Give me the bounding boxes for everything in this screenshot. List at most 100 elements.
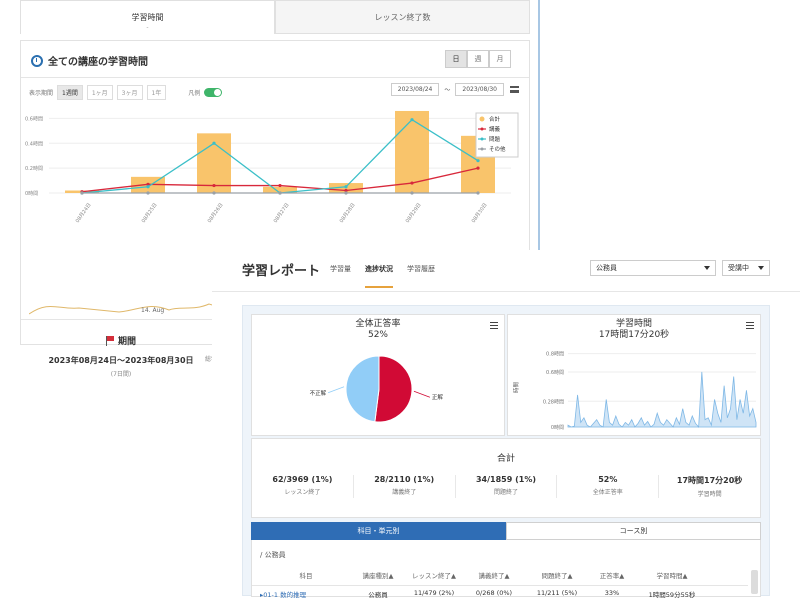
data-point	[212, 141, 216, 145]
legend-marker-dot	[480, 127, 484, 131]
x-tick-label: 08月30日	[471, 202, 489, 224]
tab-by-course[interactable]: コース別	[506, 522, 761, 540]
granularity-week-button[interactable]: 週	[467, 50, 489, 68]
flag-icon	[105, 335, 114, 346]
tab-learning-history[interactable]: 学習履歴	[407, 264, 435, 288]
page-title: 学習レポート	[242, 264, 321, 279]
summary-value: 34/1859 (1%)	[475, 475, 536, 484]
y-tick-label: 0時間	[551, 425, 564, 431]
column-header-sortable[interactable]: 問題終了▲	[524, 570, 590, 580]
data-point	[410, 181, 414, 185]
range-1year-button[interactable]: 1年	[146, 85, 167, 100]
summary-lectures: 28/2110 (1%) 講義終了	[354, 475, 456, 498]
summary-title: 合計	[496, 454, 515, 464]
progress-table: / 公務員 科目 講座種別▲ レッスン終了▲ 講義終了▲ 問題終了▲ 正答率▲ …	[251, 540, 761, 599]
menu-icon[interactable]	[746, 322, 754, 329]
y-tick-label: 0.28時間	[543, 399, 564, 405]
data-point	[212, 191, 216, 195]
correct-rate-card: 全体正答率 52% 正解 不正解	[251, 314, 505, 436]
summary-value: 17時間17分20秒	[676, 476, 743, 485]
legend-label: 講義	[489, 125, 501, 133]
summary-label: 全体正答率	[592, 489, 623, 496]
y-tick-label: 0時間	[25, 191, 38, 197]
data-point	[212, 183, 216, 188]
data-point	[80, 191, 84, 195]
report-nav: 学習量 進捗状況 学習履歴	[330, 264, 449, 288]
course-select-value: 公務員	[596, 264, 617, 272]
data-point	[278, 191, 282, 195]
tab-lessons-completed[interactable]: レッスン終了数	[275, 0, 530, 34]
table-cell: 11/479 (2%)	[413, 589, 455, 597]
summary-label: 講義終了	[392, 489, 417, 496]
table-cell: 公務員	[368, 591, 388, 599]
learning-time-summary-card: 学習時間 17時間17分20秒 0時間 0.28時間 0.6時間 0.8時間 時間	[507, 314, 761, 436]
tab-learning-time[interactable]: 学習時間	[20, 0, 275, 34]
data-point	[476, 159, 480, 163]
range-3month-button[interactable]: 3ヶ月	[116, 85, 143, 100]
tab-progress[interactable]: 進捗状況	[365, 264, 393, 288]
y-axis-label: 時間	[512, 381, 520, 393]
legend-label: 問題	[489, 136, 501, 143]
divider	[21, 77, 529, 78]
data-point	[344, 185, 348, 189]
tab-bar: 学習時間 レッスン終了数	[20, 0, 530, 34]
card-title: 全ての講座の学習時間	[31, 53, 148, 68]
column-header-sortable[interactable]: 正答率▲	[590, 570, 634, 580]
x-tick-label: 08月29日	[405, 202, 423, 224]
learning-time-title: 学習時間	[615, 319, 652, 329]
legend-toggle[interactable]	[204, 88, 223, 97]
correct-rate-pie: 正解 不正解	[310, 355, 444, 423]
legend-marker	[479, 116, 485, 122]
pie-label: 正解	[432, 393, 444, 401]
granularity-day-button[interactable]: 日	[445, 50, 467, 68]
table-scrollbar[interactable]	[751, 570, 758, 594]
grouping-tabs: 科目・単元別 コース別	[251, 522, 761, 540]
table-cell: 0/268 (0%)	[475, 589, 513, 597]
granularity-month-button[interactable]: 月	[489, 50, 511, 68]
data-point	[278, 183, 282, 188]
data-point	[344, 191, 348, 195]
column-header-sortable[interactable]: 学習時間▲	[634, 570, 710, 580]
summary-value: 52%	[598, 475, 618, 484]
range-1week-button[interactable]: 1週間	[57, 85, 83, 100]
chart-menu-icon[interactable]	[510, 86, 519, 93]
report-header: 学習レポート 学習量 進捗状況 学習履歴 公務員 受講中	[212, 250, 800, 292]
column-header-sortable[interactable]: 講座種別▲	[352, 570, 404, 580]
clock-icon	[31, 54, 43, 67]
range-1month-button[interactable]: 1ヶ月	[86, 85, 113, 100]
column-header: 科目	[299, 572, 313, 580]
menu-icon[interactable]	[490, 322, 498, 329]
x-tick-label: 08月26日	[207, 202, 225, 224]
date-separator: 〜	[444, 87, 451, 94]
legend-marker-dot	[480, 137, 484, 141]
date-range: 2023/08/24 〜 2023/08/30	[390, 83, 519, 96]
summary-learning-time: 17時間17分20秒 学習時間	[659, 475, 760, 498]
course-select[interactable]: 公務員	[590, 260, 716, 276]
learning-time-area-chart: 0時間 0.28時間 0.6時間 0.8時間時間	[512, 352, 757, 431]
period-days: (7日間)	[110, 371, 132, 378]
pie-slice	[374, 355, 413, 423]
y-tick-label: 0.2時間	[25, 166, 43, 172]
y-tick-label: 0.4時間	[25, 141, 43, 147]
tab-learning-amount[interactable]: 学習量	[330, 264, 351, 288]
y-tick-label: 0.8時間	[546, 352, 564, 358]
period-panel: 期間 2023年08月24日〜2023年08月30日 (7日間)	[21, 319, 221, 389]
progress-panel: 全体正答率 52% 正解 不正解 学習時間 17時間17分20秒 0時間 0.28時…	[242, 305, 770, 599]
summary-value: 62/3969 (1%)	[272, 475, 333, 484]
date-to-input[interactable]: 2023/08/30	[455, 83, 504, 96]
display-range-label: 表示期間	[29, 90, 54, 97]
data-point	[476, 191, 480, 195]
date-from-input[interactable]: 2023/08/24	[390, 83, 440, 96]
column-header-sortable[interactable]: レッスン終了▲	[404, 570, 464, 580]
legend-toggle-label: 凡例	[188, 90, 201, 97]
legend-marker-dot	[480, 147, 484, 151]
column-header-sortable[interactable]: 講義終了▲	[464, 570, 524, 580]
status-select[interactable]: 受講中	[722, 260, 770, 276]
x-tick-label: 08月28日	[339, 202, 357, 224]
period-title: 期間	[117, 337, 136, 347]
range-controls: 表示期間 1週間 1ヶ月 3ヶ月 1年 凡例	[29, 85, 223, 100]
tab-by-subject[interactable]: 科目・単元別	[251, 522, 506, 540]
y-tick-label: 0.6時間	[25, 116, 43, 122]
subject-link[interactable]: ▸01-1 数的推理	[252, 589, 352, 599]
table-cell: 33%	[604, 589, 620, 597]
